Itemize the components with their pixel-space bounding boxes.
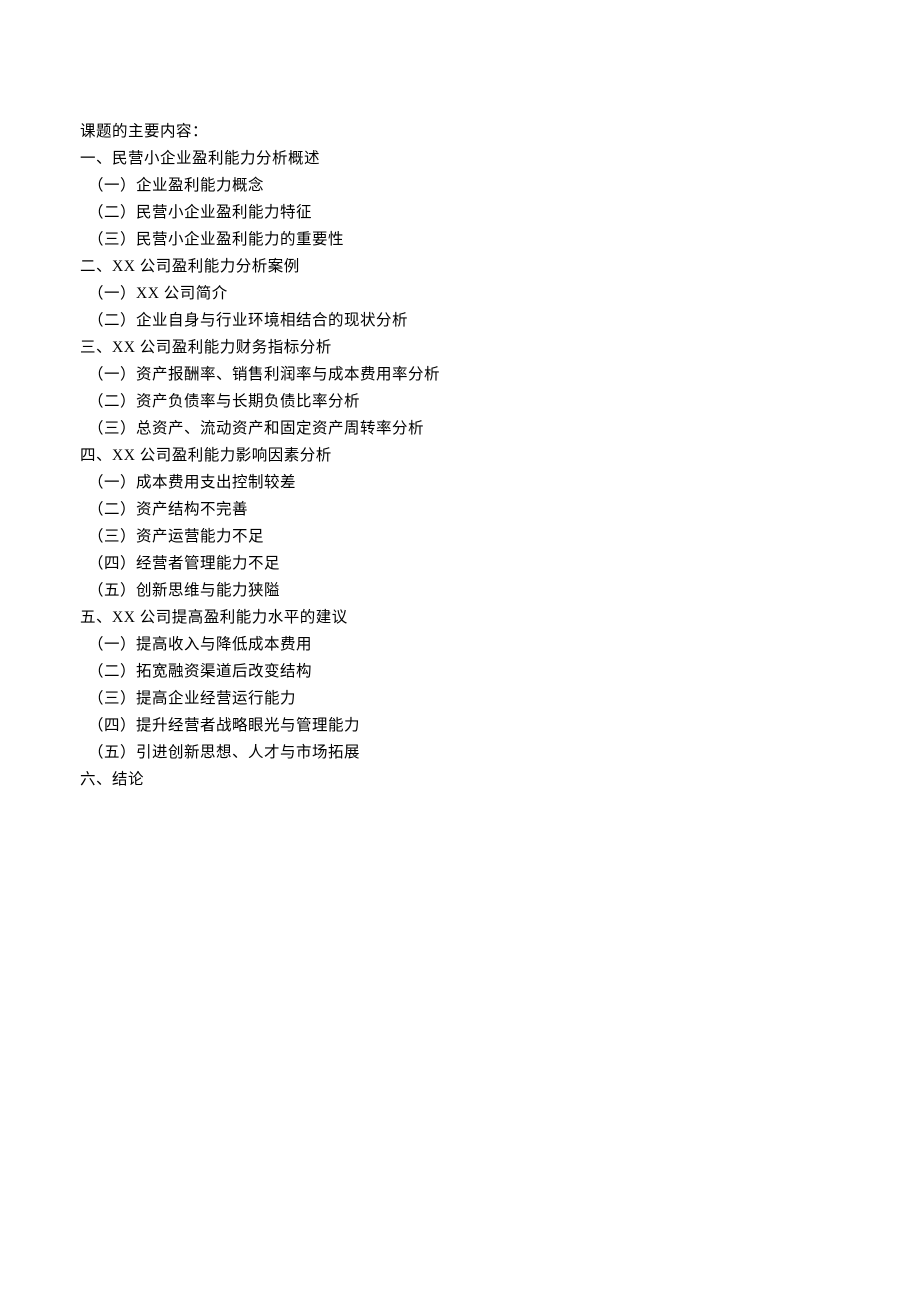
- outline-item: （二）拓宽融资渠道后改变结构: [80, 658, 840, 685]
- outline-item: （二）企业自身与行业环境相结合的现状分析: [80, 307, 840, 334]
- outline-item: （二）资产负债率与长期负债比率分析: [80, 388, 840, 415]
- outline-item: （四）经营者管理能力不足: [80, 550, 840, 577]
- document-title: 课题的主要内容：: [80, 118, 840, 145]
- outline-item: （三）提高企业经营运行能力: [80, 685, 840, 712]
- outline-item: （三）资产运营能力不足: [80, 523, 840, 550]
- outline-item: （一）企业盈利能力概念: [80, 172, 840, 199]
- section-heading: 六、结论: [80, 766, 840, 793]
- outline-item: （三）总资产、流动资产和固定资产周转率分析: [80, 415, 840, 442]
- outline-item: （三）民营小企业盈利能力的重要性: [80, 226, 840, 253]
- outline-item: （五）创新思维与能力狭隘: [80, 577, 840, 604]
- outline-item: （四）提升经营者战略眼光与管理能力: [80, 712, 840, 739]
- outline-item: （五）引进创新思想、人才与市场拓展: [80, 739, 840, 766]
- outline-item: （二）民营小企业盈利能力特征: [80, 199, 840, 226]
- outline-item: （一）资产报酬率、销售利润率与成本费用率分析: [80, 361, 840, 388]
- outline-item: （一）成本费用支出控制较差: [80, 469, 840, 496]
- outline-item: （一）提高收入与降低成本费用: [80, 631, 840, 658]
- section-heading: 三、XX 公司盈利能力财务指标分析: [80, 334, 840, 361]
- outline-item: （一）XX 公司简介: [80, 280, 840, 307]
- outline-item: （二）资产结构不完善: [80, 496, 840, 523]
- section-heading: 四、XX 公司盈利能力影响因素分析: [80, 442, 840, 469]
- section-heading: 一、民营小企业盈利能力分析概述: [80, 145, 840, 172]
- section-heading: 五、XX 公司提高盈利能力水平的建议: [80, 604, 840, 631]
- section-heading: 二、XX 公司盈利能力分析案例: [80, 253, 840, 280]
